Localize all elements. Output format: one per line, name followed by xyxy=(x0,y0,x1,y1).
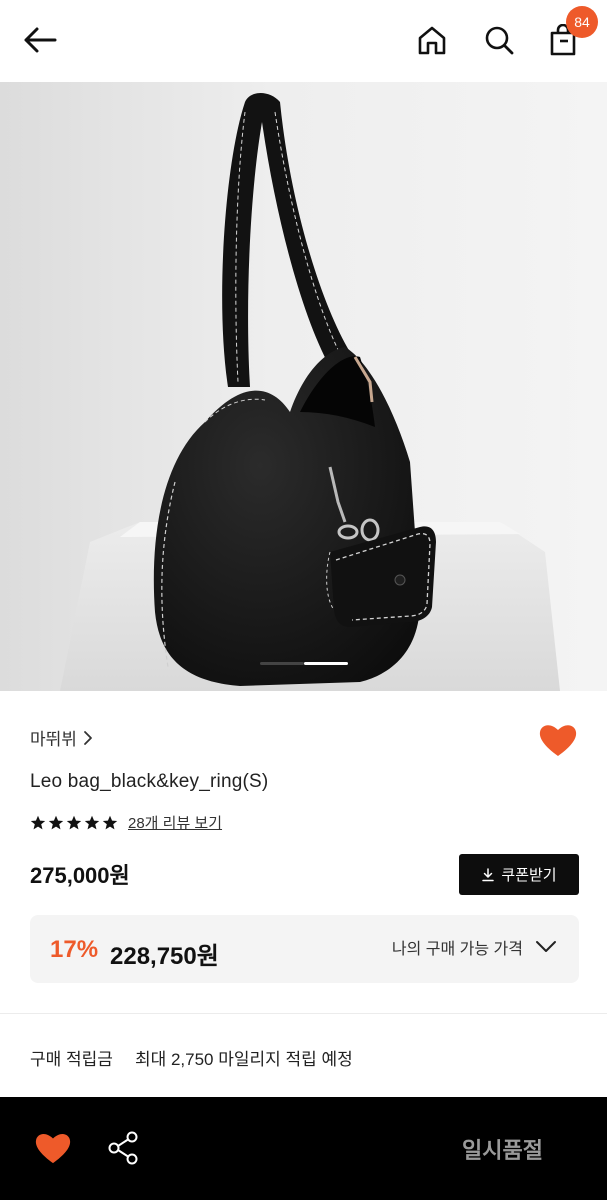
my-price-toggle[interactable]: 나의 구매 가능 가격 xyxy=(392,935,557,959)
reward-points-row: 구매 적립금 최대 2,750 마일리지 적립 예정 xyxy=(30,1045,353,1070)
rating-row: 28개 리뷰 보기 xyxy=(30,812,222,833)
discount-percent: 17% xyxy=(50,936,99,963)
star-icon xyxy=(102,815,118,829)
home-button[interactable] xyxy=(412,20,452,60)
coupon-button-label: 쿠폰받기 xyxy=(501,867,557,884)
top-header: 84 xyxy=(0,0,607,82)
carousel-indicator xyxy=(304,662,348,665)
product-photo xyxy=(0,82,607,691)
brand-link[interactable]: 마뛰뷔 xyxy=(30,725,93,750)
star-icon xyxy=(30,815,46,829)
star-icon xyxy=(84,815,100,829)
search-icon xyxy=(485,26,514,55)
points-label: 구매 적립금 xyxy=(30,1050,113,1069)
star-icon xyxy=(66,815,82,829)
original-price: 275,000원 xyxy=(30,863,130,888)
bottom-wishlist-button[interactable] xyxy=(34,1131,72,1165)
sale-price: 228,750원 xyxy=(110,943,219,970)
my-price-label: 나의 구매 가능 가격 xyxy=(391,941,523,958)
share-icon xyxy=(108,1131,138,1165)
star-icon xyxy=(48,815,64,829)
arrow-left-icon xyxy=(24,27,57,53)
search-button[interactable] xyxy=(479,20,519,60)
share-button[interactable] xyxy=(106,1130,142,1166)
home-icon xyxy=(418,26,446,55)
wishlist-button[interactable] xyxy=(538,722,578,758)
review-link[interactable]: 28개 리뷰 보기 xyxy=(128,812,222,833)
brand-name: 마뛰뷔 xyxy=(30,730,77,749)
product-name: Leo bag_black&key_ring(S) xyxy=(30,771,269,792)
back-button[interactable] xyxy=(20,20,60,60)
heart-icon xyxy=(35,1134,71,1164)
section-divider xyxy=(0,1013,607,1014)
sold-out-button[interactable]: 일시품절 xyxy=(440,1131,565,1167)
download-icon xyxy=(482,867,495,881)
star-rating xyxy=(30,815,118,831)
sale-price-box: 17% 228,750원 나의 구매 가능 가격 xyxy=(30,915,579,983)
points-value: 최대 2,750 마일리지 적립 예정 xyxy=(134,1050,353,1069)
product-image-carousel[interactable] xyxy=(0,82,607,691)
coupon-button[interactable]: 쿠폰받기 xyxy=(459,854,579,895)
chevron-right-icon xyxy=(84,730,92,745)
heart-icon xyxy=(539,725,577,756)
chevron-down-icon xyxy=(536,941,556,952)
carousel-indicator-active xyxy=(260,662,304,665)
cart-count-badge: 84 xyxy=(566,6,598,38)
